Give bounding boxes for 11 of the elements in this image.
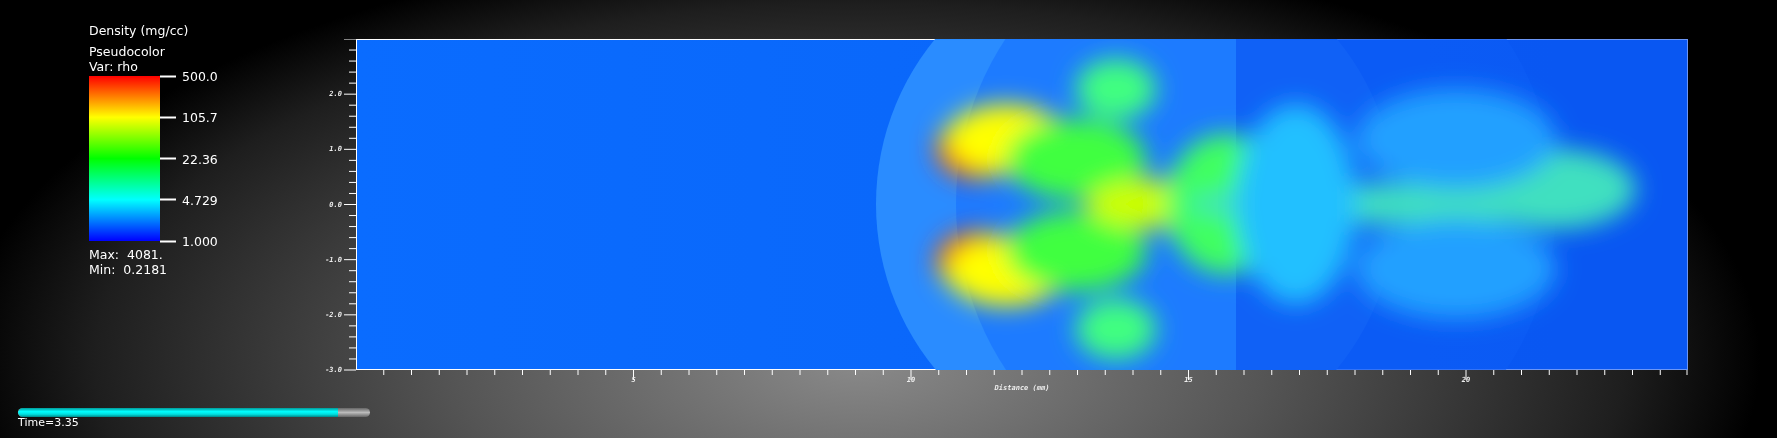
colorbar-tick-label: 1.000 [182,233,218,249]
min-label: Min: 0.2181 [89,262,169,277]
colorbar-tick-label: 105.7 [182,109,218,125]
variable-label: Var: rho [89,59,139,74]
colorbar-tick-label: 500.0 [182,68,218,84]
colorbar-tick-label: 4.729 [182,192,218,208]
plot-type-label: Pseudocolor [89,44,166,59]
max-label: Max: 4081. [89,247,164,262]
time-label: Time=3.35 [18,417,80,429]
colorbar-tick-label: 22.36 [182,151,218,166]
legend-title: Density (mg/cc) [89,23,190,38]
